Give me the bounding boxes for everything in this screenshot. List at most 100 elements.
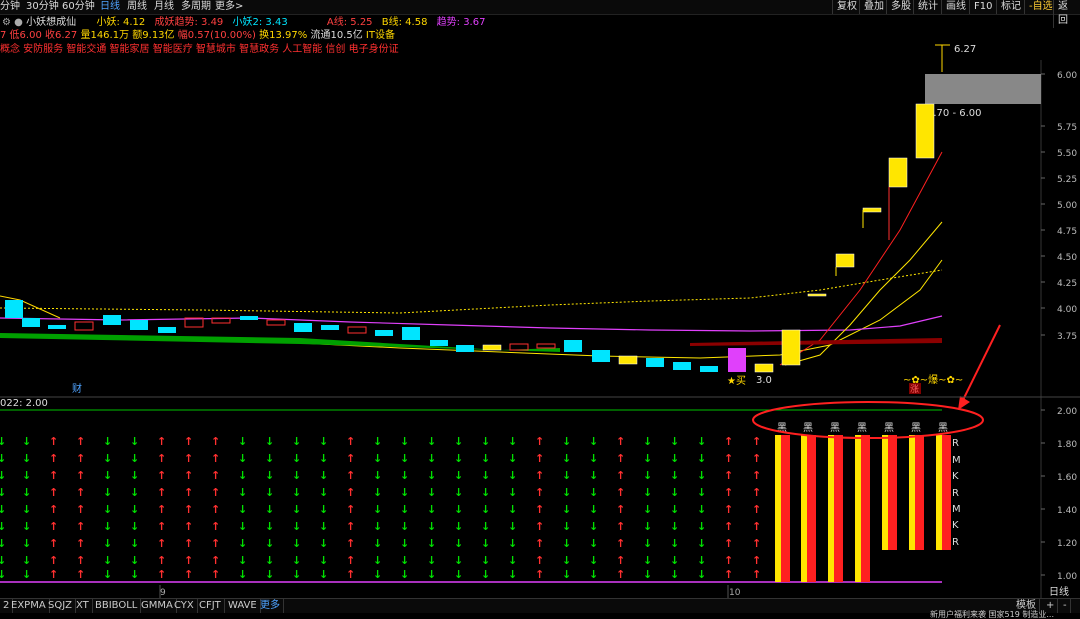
- down-arrow-icon: ↓: [481, 568, 490, 581]
- indicator-tick-label: 1.20: [1057, 539, 1077, 549]
- tab-ind-bbiboll[interactable]: BBIBOLL: [92, 599, 142, 613]
- up-arrow-icon: ↑: [346, 435, 355, 448]
- target-zone: [925, 74, 1041, 104]
- down-arrow-icon: ↓: [22, 503, 31, 516]
- down-arrow-icon: ↓: [670, 486, 679, 499]
- down-arrow-icon: ↓: [373, 537, 382, 550]
- down-arrow-icon: ↓: [508, 452, 517, 465]
- down-arrow-icon: ↓: [265, 486, 274, 499]
- up-arrow-icon: ↑: [157, 452, 166, 465]
- up-arrow-icon: ↑: [724, 568, 733, 581]
- tab-ind-sqjz[interactable]: SQJZ: [45, 599, 77, 613]
- tab-ind-xt[interactable]: XT: [73, 599, 93, 613]
- high-label: 6.27: [954, 44, 976, 55]
- finance-marker[interactable]: 财: [72, 382, 82, 395]
- down-arrow-icon: ↓: [265, 520, 274, 533]
- side-letter: M: [952, 504, 961, 515]
- down-arrow-icon: ↓: [319, 537, 328, 550]
- down-arrow-icon: ↓: [427, 469, 436, 482]
- up-arrow-icon: ↑: [346, 469, 355, 482]
- up-arrow-icon: ↑: [76, 486, 85, 499]
- down-arrow-icon: ↓: [130, 568, 139, 581]
- period-label: 日线: [1049, 585, 1069, 598]
- price-tick-label: 6.00: [1057, 71, 1077, 81]
- up-arrow-icon: ↑: [211, 537, 220, 550]
- up-arrow-icon: ↑: [49, 452, 58, 465]
- up-arrow-icon: ↑: [211, 503, 220, 516]
- down-arrow-icon: ↓: [427, 554, 436, 567]
- down-arrow-icon: ↓: [22, 537, 31, 550]
- down-arrow-icon: ↓: [265, 469, 274, 482]
- down-arrow-icon: ↓: [400, 469, 409, 482]
- down-arrow-icon: ↓: [373, 503, 382, 516]
- black-label: 黑: [857, 422, 867, 434]
- zoom-out-button[interactable]: -: [1060, 599, 1071, 613]
- up-arrow-icon: ↑: [157, 469, 166, 482]
- down-arrow-icon: ↓: [319, 520, 328, 533]
- down-arrow-icon: ↓: [373, 520, 382, 533]
- down-arrow-icon: ↓: [481, 435, 490, 448]
- down-arrow-icon: ↓: [454, 554, 463, 567]
- date-label-a: 9: [160, 588, 166, 598]
- indicator-tick-label: 1.40: [1057, 506, 1077, 516]
- down-arrow-icon: ↓: [265, 554, 274, 567]
- down-arrow-icon: ↓: [508, 503, 517, 516]
- down-arrow-icon: ↓: [22, 520, 31, 533]
- up-arrow-icon: ↑: [535, 469, 544, 482]
- down-arrow-icon: ↓: [400, 537, 409, 550]
- down-arrow-icon: ↓: [238, 486, 247, 499]
- tab-ind-more[interactable]: 更多: [257, 599, 284, 613]
- down-arrow-icon: ↓: [292, 520, 301, 533]
- down-arrow-icon: ↓: [589, 503, 598, 516]
- down-arrow-icon: ↓: [643, 503, 652, 516]
- down-arrow-icon: ↓: [508, 435, 517, 448]
- down-arrow-icon: ↓: [427, 452, 436, 465]
- down-arrow-icon: ↓: [481, 537, 490, 550]
- tab-ind-cyx[interactable]: CYX: [171, 599, 198, 613]
- up-arrow-icon: ↑: [535, 503, 544, 516]
- up-arrow-icon: ↑: [49, 554, 58, 567]
- candle: [5, 300, 23, 318]
- down-arrow-icon: ↓: [103, 520, 112, 533]
- indicator-tick-label: 1.80: [1057, 440, 1077, 450]
- zone-label: 5.70 - 6.00: [927, 108, 982, 119]
- down-arrow-icon: ↓: [238, 435, 247, 448]
- down-arrow-icon: ↓: [238, 452, 247, 465]
- candle: [430, 340, 448, 346]
- up-arrow-icon: ↑: [752, 568, 761, 581]
- down-arrow-icon: ↓: [670, 503, 679, 516]
- up-arrow-icon: ↑: [535, 537, 544, 550]
- up-arrow-icon: ↑: [76, 503, 85, 516]
- down-arrow-icon: ↓: [238, 554, 247, 567]
- up-arrow-icon: ↑: [157, 435, 166, 448]
- down-arrow-icon: ↓: [0, 486, 6, 499]
- news-ticker[interactable]: 新用户福利来袭 国家519 制造业...: [930, 611, 1054, 619]
- down-arrow-icon: ↓: [0, 435, 6, 448]
- down-arrow-icon: ↓: [0, 520, 6, 533]
- down-arrow-icon: ↓: [670, 568, 679, 581]
- down-arrow-icon: ↓: [562, 520, 571, 533]
- indicator-axis: 2.00 1.80 1.60 1.40 1.20 1.00: [1041, 407, 1077, 582]
- down-arrow-icon: ↓: [643, 435, 652, 448]
- up-arrow-icon: ↑: [616, 435, 625, 448]
- signal-bar-red: [861, 435, 870, 582]
- tab-ind-expma[interactable]: EXPMA: [8, 599, 50, 613]
- down-arrow-icon: ↓: [130, 520, 139, 533]
- down-arrow-icon: ↓: [238, 537, 247, 550]
- down-arrow-icon: ↓: [103, 452, 112, 465]
- up-arrow-icon: ↑: [76, 520, 85, 533]
- candle: [266, 319, 286, 326]
- down-arrow-icon: ↓: [319, 568, 328, 581]
- down-arrow-icon: ↓: [508, 469, 517, 482]
- down-arrow-icon: ↓: [427, 568, 436, 581]
- candles: [5, 103, 935, 373]
- tab-ind-wave[interactable]: WAVE: [225, 599, 261, 613]
- up-arrow-icon: ↑: [535, 554, 544, 567]
- up-arrow-icon: ↑: [157, 554, 166, 567]
- tab-ind-cfjt[interactable]: CFJT: [196, 599, 225, 613]
- candle: [22, 318, 40, 327]
- dark-red-band: [690, 338, 942, 346]
- indicator-tick-label: 2.00: [1057, 407, 1077, 417]
- down-arrow-icon: ↓: [481, 554, 490, 567]
- side-letter: K: [952, 471, 959, 482]
